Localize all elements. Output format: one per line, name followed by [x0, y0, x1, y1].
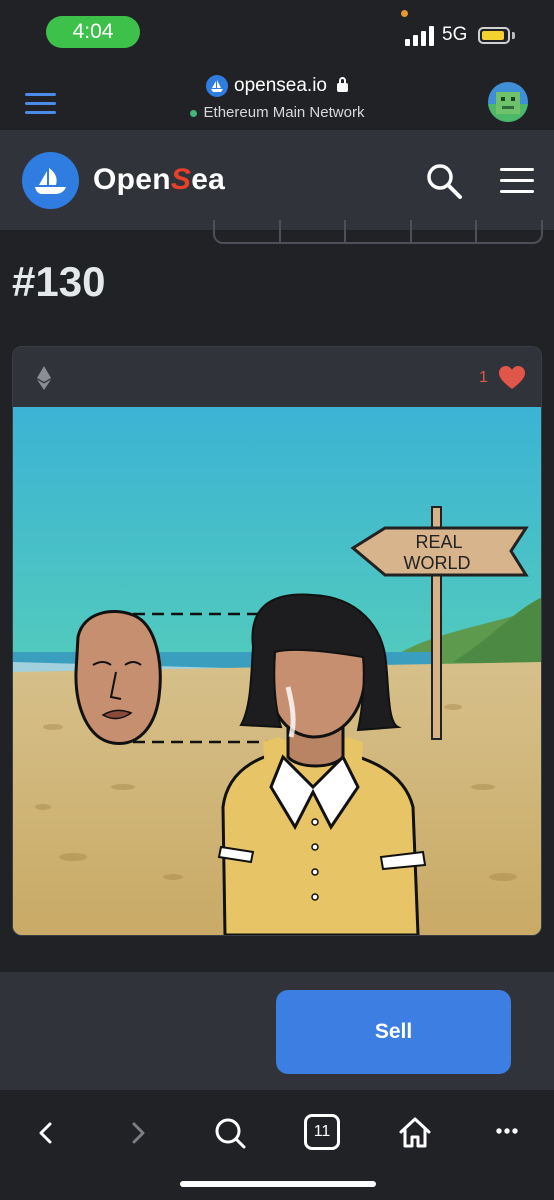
svg-text:REAL: REAL: [415, 532, 462, 552]
scrolled-tab-strip: [213, 220, 543, 244]
heart-icon[interactable]: [499, 366, 525, 390]
url-text: opensea.io: [234, 75, 327, 97]
tabs-icon[interactable]: 11: [304, 1114, 340, 1150]
network-label: Ethereum Main Network: [203, 104, 365, 121]
item-media-card: 1 REAL WORLD: [12, 346, 542, 936]
network-dot-icon: [189, 109, 197, 117]
status-time: 4:04: [46, 16, 140, 48]
signal-icon: [405, 26, 434, 46]
menu-icon[interactable]: [500, 168, 534, 201]
card-header: 1: [13, 347, 541, 407]
sell-button[interactable]: Sell: [276, 990, 511, 1074]
site-header: [0, 130, 554, 230]
opensea-logo-icon[interactable]: [22, 152, 79, 209]
home-icon[interactable]: [395, 1113, 435, 1153]
brand-wordmark[interactable]: OpenSea: [93, 163, 225, 197]
avatar[interactable]: [488, 82, 528, 122]
search-icon[interactable]: [425, 162, 463, 200]
item-title: #130: [12, 258, 106, 305]
home-indicator[interactable]: [180, 1181, 376, 1187]
svg-text:WORLD: WORLD: [404, 553, 471, 573]
network-status: Ethereum Main Network: [0, 104, 554, 121]
site-favicon-icon: [206, 75, 229, 97]
network-type: 5G: [442, 24, 468, 45]
lock-icon: [336, 76, 348, 92]
favorites-count: 1: [479, 369, 488, 386]
search-icon[interactable]: [210, 1113, 250, 1153]
more-icon[interactable]: [487, 1113, 527, 1153]
back-icon[interactable]: [26, 1113, 66, 1153]
forward-icon[interactable]: [118, 1113, 158, 1153]
url-display[interactable]: opensea.io: [0, 75, 554, 97]
ethereum-icon: [37, 366, 51, 390]
nft-artwork-image[interactable]: REAL WORLD: [13, 407, 542, 935]
battery-icon: [478, 27, 510, 44]
privacy-indicator-icon: [401, 10, 408, 17]
